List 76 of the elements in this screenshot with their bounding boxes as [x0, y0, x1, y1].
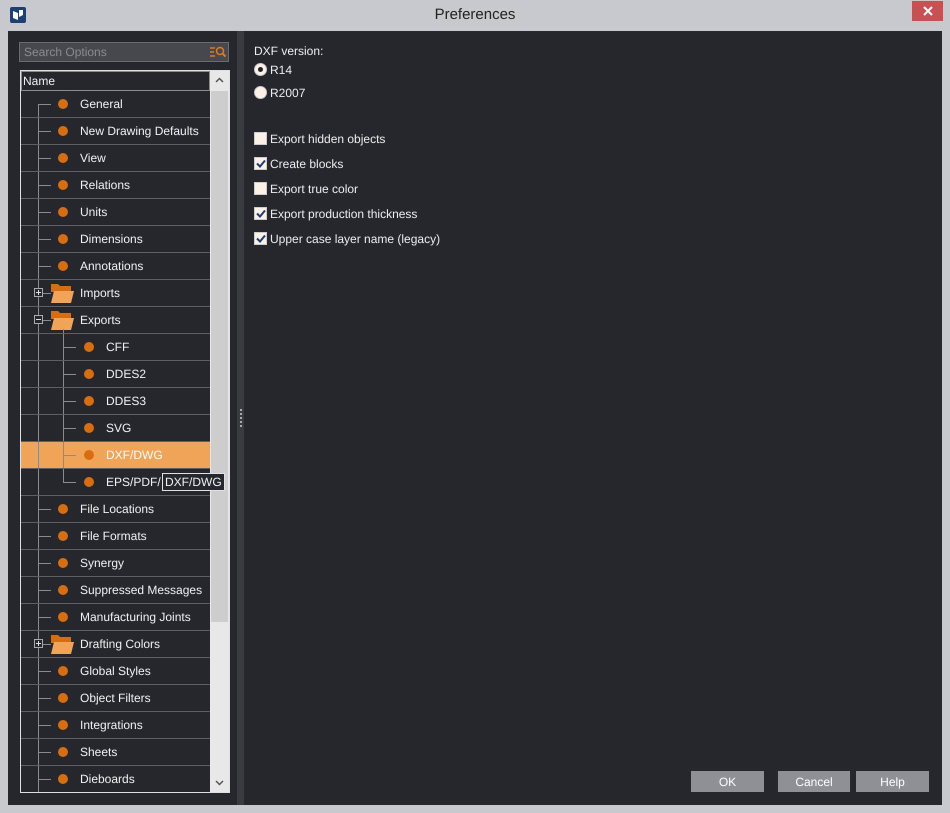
bullet-icon: [58, 558, 68, 568]
checkbox-label[interactable]: Create blocks: [270, 154, 344, 172]
tree-item[interactable]: Drafting Colors: [21, 631, 210, 658]
window-title: Preferences: [434, 5, 516, 26]
collapse-icon[interactable]: [34, 315, 43, 324]
bullet-icon: [58, 504, 68, 514]
bullet-icon: [58, 153, 68, 163]
tree-item[interactable]: Object Filters: [21, 685, 210, 712]
tree-item[interactable]: File Locations: [21, 496, 210, 523]
bullet-icon: [58, 531, 68, 541]
tree-item[interactable]: Global Styles: [21, 658, 210, 685]
tree-item[interactable]: Synergy: [21, 550, 210, 577]
checkbox-label[interactable]: Export true color: [270, 180, 358, 198]
radio-label[interactable]: R14: [270, 60, 292, 78]
tree-item[interactable]: Manufacturing Joints: [21, 604, 210, 631]
tree-item[interactable]: Units: [21, 199, 210, 226]
tree-item[interactable]: Relations: [21, 172, 210, 199]
bullet-icon: [84, 423, 94, 433]
bullet-icon: [84, 369, 94, 379]
folder-icon: [51, 634, 74, 654]
tooltip: DXF/DWG: [162, 473, 225, 491]
bullet-icon: [58, 747, 68, 757]
bullet-icon: [84, 342, 94, 352]
app-logo-icon: [10, 7, 26, 23]
bullet-icon: [58, 585, 68, 595]
checkbox[interactable]: [254, 157, 267, 170]
bullet-icon: [58, 612, 68, 622]
radio-button[interactable]: [254, 86, 267, 99]
checkbox[interactable]: [254, 207, 267, 220]
bullet-icon: [58, 693, 68, 703]
bullet-icon: [58, 99, 68, 109]
tree-item[interactable]: CFF: [21, 334, 210, 361]
tree-item[interactable]: DDES3: [21, 388, 210, 415]
tree-item[interactable]: Imports: [21, 280, 210, 307]
bullet-icon: [58, 180, 68, 190]
tree-item[interactable]: General: [21, 91, 210, 118]
checkbox-label[interactable]: Export hidden objects: [270, 130, 386, 148]
close-icon: [922, 6, 932, 16]
tree-item[interactable]: Annotations: [21, 253, 210, 280]
expand-icon[interactable]: [34, 288, 43, 297]
column-header[interactable]: Name: [21, 71, 210, 91]
expand-icon[interactable]: [34, 639, 43, 648]
close-button[interactable]: [912, 1, 943, 21]
tree-item[interactable]: Exports: [21, 307, 210, 334]
bullet-icon: [58, 234, 68, 244]
search-icon: [210, 46, 226, 58]
bullet-icon: [58, 666, 68, 676]
bullet-icon: [58, 720, 68, 730]
bullet-icon: [84, 477, 94, 487]
bullet-icon: [58, 207, 68, 217]
bullet-icon: [84, 396, 94, 406]
tree-item[interactable]: Integrations: [21, 712, 210, 739]
radio-button[interactable]: [254, 63, 267, 76]
checkbox-label[interactable]: Export production thickness: [270, 204, 418, 222]
tree-item[interactable]: DDES2: [21, 361, 210, 388]
checkbox[interactable]: [254, 132, 267, 145]
tree-item[interactable]: View: [21, 145, 210, 172]
tree-item[interactable]: Suppressed Messages: [21, 577, 210, 604]
tree-item[interactable]: New Drawing Defaults: [21, 118, 210, 145]
folder-icon: [51, 284, 74, 302]
search-field[interactable]: Search Options: [19, 42, 229, 62]
checkbox-label[interactable]: Upper case layer name (legacy): [270, 230, 440, 248]
bullet-icon: [84, 450, 94, 460]
checkbox[interactable]: [254, 232, 267, 245]
dxf-version-label: DXF version:: [254, 43, 324, 60]
tree-item[interactable]: File Formats: [21, 523, 210, 550]
bullet-icon: [58, 261, 68, 271]
scroll-up-icon[interactable]: [215, 77, 224, 83]
bullet-icon: [58, 126, 68, 136]
scroll-down-icon[interactable]: [215, 780, 224, 786]
tree-item[interactable]: Dimensions: [21, 226, 210, 253]
folder-icon: [51, 310, 74, 330]
tree-item[interactable]: Sheets: [21, 739, 210, 766]
radio-label[interactable]: R2007: [270, 84, 306, 102]
bullet-icon: [58, 774, 68, 784]
checkbox[interactable]: [254, 182, 267, 195]
